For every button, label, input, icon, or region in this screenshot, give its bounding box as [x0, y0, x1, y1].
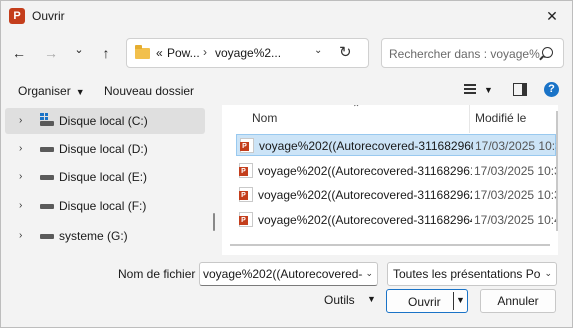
filetype-value: Toutes les présentations PowerP	[393, 267, 540, 281]
open-dropdown-icon[interactable]: ▼	[456, 295, 465, 305]
refresh-icon[interactable]: ↻	[339, 43, 352, 61]
filetype-dropdown-icon[interactable]: ⌄	[544, 268, 552, 279]
navigation-pane-scrollbar[interactable]	[213, 213, 215, 231]
file-date: 17/03/2025 10:40	[474, 213, 558, 227]
address-dropdown-icon[interactable]: ⌄	[314, 45, 322, 56]
expand-chevron-icon[interactable]: ›	[19, 200, 22, 211]
cancel-button[interactable]: Annuler	[480, 289, 556, 313]
column-divider[interactable]	[469, 105, 470, 133]
sort-ascending-icon: ⌃	[352, 105, 361, 114]
file-name: voyage%202((Autorecovered-3116829629...	[258, 188, 472, 202]
powerpoint-file-icon: P	[239, 187, 253, 202]
organize-label: Organiser	[18, 84, 71, 98]
address-bar[interactable]: « Pow... › voyage%2... ⌄ ↻	[126, 38, 369, 68]
filename-input[interactable]: voyage%202((Autorecovered-311 ⌄	[199, 262, 378, 286]
tree-item-drive-d[interactable]: › Disque local (D:)	[5, 136, 205, 162]
open-button-label: Ouvrir	[408, 295, 441, 309]
breadcrumb-overflow[interactable]: «	[156, 46, 163, 60]
search-placeholder: Rechercher dans : voyage%...	[389, 47, 550, 61]
dialog-footer: Nom de fichier : voyage%202((Autorecover…	[1, 255, 572, 327]
expand-chevron-icon[interactable]: ›	[19, 143, 22, 154]
expand-chevron-icon[interactable]: ›	[19, 115, 22, 126]
file-list-horizontal-scrollbar[interactable]	[230, 244, 550, 246]
view-dropdown-icon[interactable]: ▼	[484, 85, 493, 95]
breadcrumb-item[interactable]: Pow...	[167, 46, 200, 60]
tree-item-label: Disque local (E:)	[59, 170, 148, 184]
drive-icon	[40, 175, 54, 180]
filename-dropdown-icon[interactable]: ⌄	[365, 268, 373, 279]
file-row[interactable]: P voyage%202((Autorecovered-3116829642..…	[236, 209, 558, 231]
expand-chevron-icon[interactable]: ›	[19, 171, 22, 182]
recent-locations-chevron-icon[interactable]: ⌄	[69, 40, 89, 60]
file-name: voyage%202((Autorecovered-3116829617...	[258, 164, 472, 178]
file-row[interactable]: P voyage%202((Autorecovered-3116829601..…	[236, 134, 558, 156]
tree-item-drive-f[interactable]: › Disque local (F:)	[5, 193, 205, 219]
tree-item-label: Disque local (F:)	[59, 199, 147, 213]
tree-item-drive-g[interactable]: › systeme (G:)	[5, 223, 205, 249]
filename-label: Nom de fichier :	[118, 267, 203, 281]
file-date: 17/03/2025 10:36	[474, 164, 558, 178]
file-row[interactable]: P voyage%202((Autorecovered-3116829617..…	[236, 160, 558, 182]
tree-item-drive-e[interactable]: › Disque local (E:)	[5, 164, 205, 190]
drive-icon	[40, 234, 54, 239]
navigation-bar: ← → ⌄ ↑ « Pow... › voyage%2... ⌄ ↻ Reche…	[1, 33, 572, 73]
expand-chevron-icon[interactable]: ›	[19, 230, 22, 241]
file-row[interactable]: P voyage%202((Autorecovered-3116829629..…	[236, 184, 558, 206]
search-box[interactable]: Rechercher dans : voyage%...	[381, 38, 564, 68]
column-header-modified[interactable]: Modifié le	[475, 111, 526, 125]
help-icon[interactable]: ?	[544, 82, 559, 97]
column-header-name[interactable]: Nom	[252, 111, 277, 125]
search-icon[interactable]	[542, 47, 553, 58]
organize-button[interactable]: Organiser ▼	[18, 84, 85, 98]
organize-dropdown-icon: ▼	[75, 87, 85, 97]
open-button[interactable]: Ouvrir ▼	[386, 289, 468, 313]
powerpoint-file-icon: P	[239, 212, 253, 227]
open-button-divider	[453, 292, 454, 310]
breadcrumb-separator-icon: ›	[203, 45, 207, 59]
command-bar: Organiser ▼ Nouveau dossier ▼ ?	[1, 77, 572, 105]
drive-icon	[40, 147, 54, 152]
filename-value: voyage%202((Autorecovered-311	[203, 267, 363, 281]
file-date: 17/03/2025 10:33	[475, 139, 558, 153]
powerpoint-file-icon: P	[240, 138, 254, 153]
new-folder-button[interactable]: Nouveau dossier	[104, 84, 194, 98]
powerpoint-file-icon: P	[239, 163, 253, 178]
file-name: voyage%202((Autorecovered-3116829642...	[258, 213, 472, 227]
back-arrow-icon[interactable]: ←	[9, 43, 29, 63]
tree-item-label: Disque local (D:)	[59, 142, 148, 156]
tools-button[interactable]: Outils	[324, 293, 355, 307]
up-arrow-icon[interactable]: ↑	[96, 43, 116, 63]
tools-dropdown-icon[interactable]: ▼	[367, 294, 376, 304]
file-date: 17/03/2025 10:38	[474, 188, 558, 202]
drive-icon	[40, 121, 54, 126]
open-dialog: P Ouvrir ✕ ← → ⌄ ↑ « Pow... › voyage%2..…	[0, 0, 573, 328]
file-list: ⌃ Nom Modifié le P voyage%202((Autorecov…	[222, 105, 558, 255]
tree-item-drive-c[interactable]: › Disque local (C:)	[5, 108, 205, 134]
file-name: voyage%202((Autorecovered-3116829601...	[259, 139, 473, 153]
title-bar: P Ouvrir ✕	[1, 1, 572, 31]
file-list-vertical-scrollbar[interactable]	[556, 111, 558, 231]
filetype-select[interactable]: Toutes les présentations PowerP ⌄	[387, 262, 557, 286]
tree-item-label: Disque local (C:)	[59, 114, 148, 128]
view-list-icon[interactable]	[464, 84, 476, 96]
dialog-title: Ouvrir	[32, 9, 65, 23]
close-button[interactable]: ✕	[532, 1, 572, 31]
navigation-pane: › Disque local (C:) › Disque local (D:) …	[1, 105, 219, 255]
preview-pane-icon[interactable]	[513, 83, 527, 96]
windows-logo-icon	[40, 113, 48, 120]
forward-arrow-icon[interactable]: →	[41, 43, 61, 63]
folder-icon	[135, 45, 150, 59]
breadcrumb-item[interactable]: voyage%2...	[215, 46, 281, 60]
powerpoint-icon: P	[9, 8, 25, 24]
tree-item-label: systeme (G:)	[59, 229, 128, 243]
drive-icon	[40, 204, 54, 209]
